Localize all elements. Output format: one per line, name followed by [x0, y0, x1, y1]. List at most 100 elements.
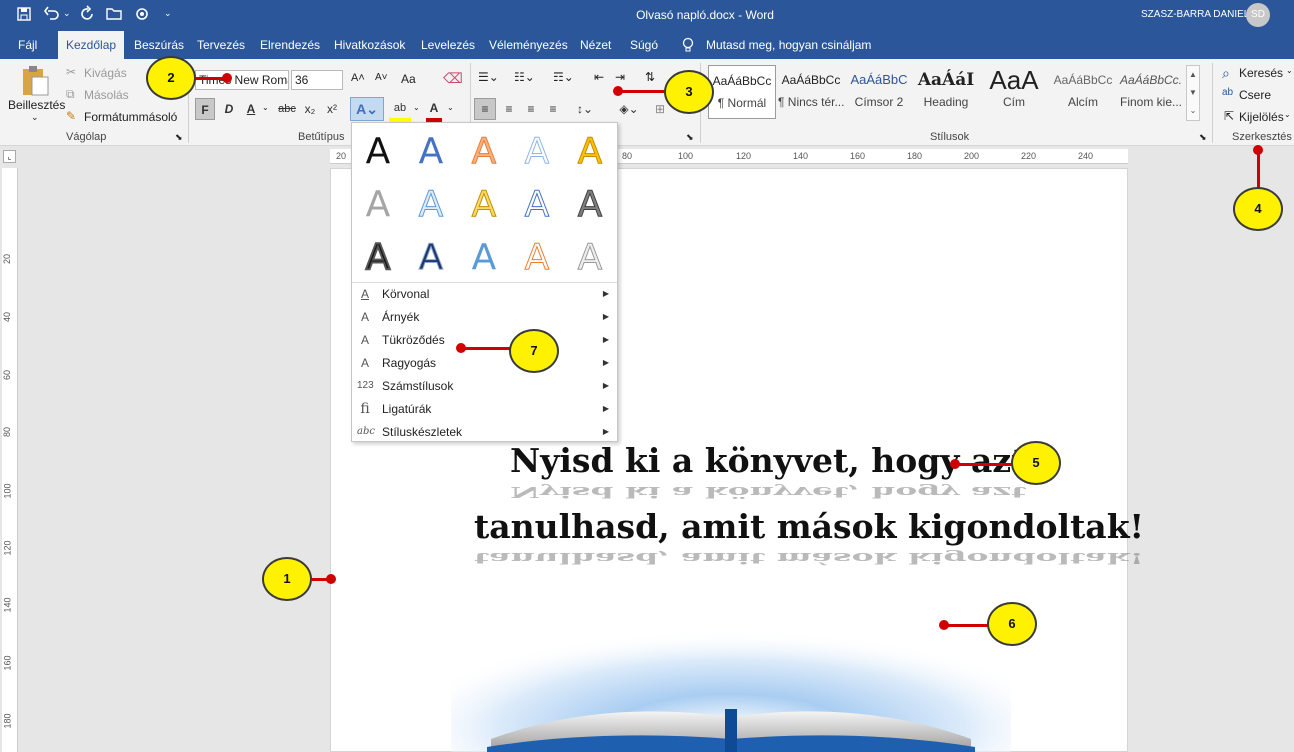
select-button[interactable]: Kijelölés: [1239, 110, 1284, 124]
effect-black-fill[interactable]: A: [358, 129, 398, 175]
effect-gold-fill[interactable]: A: [570, 129, 610, 175]
menu-item-shadow[interactable]: A Árnyék ▶: [352, 306, 617, 328]
find-button[interactable]: Keresés: [1239, 66, 1283, 80]
line-spacing-icon[interactable]: ↕⌄: [571, 98, 599, 120]
style-subtitle[interactable]: AaÁáBbCc Alcím: [1050, 65, 1116, 119]
book-image[interactable]: [451, 589, 1011, 752]
effect-blue-outline[interactable]: A: [517, 129, 557, 175]
user-name[interactable]: SZASZ-BARRA DANIEL: [1141, 9, 1249, 20]
style-normal[interactable]: AaÁáBbCc ¶ Normál: [708, 65, 776, 119]
underline-dropdown-icon[interactable]: ⌄: [262, 103, 269, 112]
open-folder-icon[interactable]: [106, 6, 124, 22]
shrink-font-icon[interactable]: A˅: [375, 72, 388, 83]
paste-button[interactable]: Beillesztés: [8, 98, 65, 112]
highlight-icon[interactable]: ab: [389, 98, 411, 122]
subscript-button[interactable]: x₂: [301, 98, 319, 120]
font-size-combo[interactable]: 36: [291, 70, 343, 90]
bullets-icon[interactable]: ☰⌄: [478, 70, 499, 84]
shading-icon[interactable]: ◈⌄: [614, 98, 644, 120]
menu-item-ligatures[interactable]: fi Ligatúrák ▶: [352, 398, 617, 420]
ruler-mark: 180: [907, 151, 923, 161]
tab-home[interactable]: Kezdőlap: [58, 31, 125, 59]
justify-button[interactable]: ≡: [544, 98, 562, 120]
tab-file[interactable]: Fájl: [18, 31, 37, 59]
decrease-indent-icon[interactable]: ⇤: [594, 70, 604, 84]
tab-layout[interactable]: Elrendezés: [260, 31, 320, 59]
tab-help[interactable]: Súgó: [630, 31, 658, 59]
align-center-button[interactable]: ≡: [500, 98, 518, 120]
change-case-icon[interactable]: Aa: [401, 72, 416, 86]
replace-button[interactable]: Csere: [1239, 88, 1271, 102]
lightbulb-icon[interactable]: [681, 37, 695, 53]
multilevel-list-icon[interactable]: ☶⌄: [553, 70, 574, 84]
undo-icon[interactable]: [44, 5, 60, 23]
doc-line-2[interactable]: tanulhasd, amit mások kigondoltak!: [474, 507, 1144, 546]
font-name-combo[interactable]: Times New Roman: [195, 70, 289, 90]
paragraph-launcher-icon[interactable]: ⬊: [686, 132, 694, 143]
tab-references[interactable]: Hivatkozások: [334, 31, 405, 59]
doc-line-1[interactable]: Nyisd ki a könyvet, hogy azt: [510, 441, 1026, 480]
find-dropdown-icon[interactable]: ⌄: [1286, 66, 1293, 75]
clear-formatting-icon[interactable]: ⌫: [443, 70, 463, 87]
avatar[interactable]: SD: [1246, 3, 1270, 27]
effect-orange-outline[interactable]: A: [517, 235, 557, 281]
select-dropdown-icon[interactable]: ⌄: [1284, 110, 1291, 119]
align-left-button[interactable]: ≡: [474, 98, 496, 120]
style-subtle-emphasis[interactable]: AaÁáBbCc. Finom kie...: [1118, 65, 1184, 119]
copy-button[interactable]: Másolás: [84, 88, 129, 102]
tab-view[interactable]: Nézet: [580, 31, 611, 59]
superscript-button[interactable]: x²: [323, 98, 341, 120]
align-right-button[interactable]: ≡: [522, 98, 540, 120]
effect-blue-fill[interactable]: A: [411, 129, 451, 175]
strikethrough-button[interactable]: abc: [276, 98, 298, 120]
menu-item-outline[interactable]: A Körvonal ▶: [352, 283, 617, 305]
highlight-dropdown-icon[interactable]: ⌄: [413, 103, 420, 112]
sort-icon[interactable]: ⇅: [645, 70, 655, 84]
paste-dropdown-icon[interactable]: ⌄: [31, 112, 39, 123]
font-color-dropdown-icon[interactable]: ⌄: [447, 103, 454, 112]
clipboard-launcher-icon[interactable]: ⬊: [175, 132, 183, 143]
style-no-spacing[interactable]: AaÁáBbCc ¶ Nincs tér...: [778, 65, 844, 119]
grow-font-icon[interactable]: A˄: [351, 72, 365, 84]
customize-icon[interactable]: [133, 5, 151, 23]
tab-selector[interactable]: ⌞: [3, 150, 16, 163]
effect-dark-gray-fill[interactable]: A: [570, 182, 610, 228]
tab-review[interactable]: Véleményezés: [489, 31, 568, 59]
save-icon[interactable]: [16, 6, 32, 22]
cut-button[interactable]: Kivágás: [84, 66, 127, 80]
effect-orange-soft[interactable]: A: [464, 129, 504, 175]
effect-gold-outline[interactable]: A: [464, 182, 504, 228]
menu-item-glow[interactable]: A Ragyogás ▶: [352, 352, 617, 374]
format-painter-button[interactable]: Formátummásoló: [84, 110, 177, 124]
qat-more-icon[interactable]: ⌄: [164, 8, 172, 19]
tell-me-box[interactable]: Mutasd meg, hogyan csináljam: [706, 31, 871, 59]
underline-button[interactable]: A: [243, 98, 259, 120]
redo-icon[interactable]: [80, 5, 96, 23]
menu-item-number-styles[interactable]: 123 Számstílusok ▶: [352, 375, 617, 397]
effect-black-outline[interactable]: A: [358, 235, 398, 281]
style-heading[interactable]: AaÁáI Heading: [914, 65, 978, 119]
paste-icon[interactable]: [20, 65, 50, 97]
tab-insert[interactable]: Beszúrás: [134, 31, 184, 59]
increase-indent-icon[interactable]: ⇥: [615, 70, 625, 84]
tab-mailings[interactable]: Levelezés: [421, 31, 475, 59]
italic-button[interactable]: D: [220, 98, 238, 120]
text-effects-button[interactable]: A⌄: [350, 97, 384, 121]
styles-launcher-icon[interactable]: ⬊: [1199, 132, 1207, 143]
numbering-icon[interactable]: ☷⌄: [514, 70, 535, 84]
style-heading-2[interactable]: AaÁáBbC Címsor 2: [846, 65, 912, 119]
effect-silver[interactable]: A: [570, 235, 610, 281]
tab-design[interactable]: Tervezés: [197, 31, 245, 59]
style-title[interactable]: AaA Cím: [980, 65, 1048, 119]
undo-dropdown-icon[interactable]: ⌄: [63, 8, 71, 19]
effect-gray-fill[interactable]: A: [358, 182, 398, 228]
font-color-icon[interactable]: A: [426, 98, 442, 122]
effect-light-blue-outline[interactable]: A: [517, 182, 557, 228]
vertical-ruler[interactable]: 20 40 60 80 100 120 140 160 180: [2, 168, 18, 752]
bold-button[interactable]: F: [195, 98, 215, 120]
menu-item-stylistic-sets[interactable]: abc Stíluskészletek ▶: [352, 421, 617, 443]
effect-navy-outline[interactable]: A: [411, 235, 451, 281]
styles-scroll[interactable]: ▲ ▼ ⌄: [1186, 65, 1200, 121]
effect-blue-shadow[interactable]: A: [464, 235, 504, 281]
effect-blue-gradient[interactable]: A: [411, 182, 451, 228]
